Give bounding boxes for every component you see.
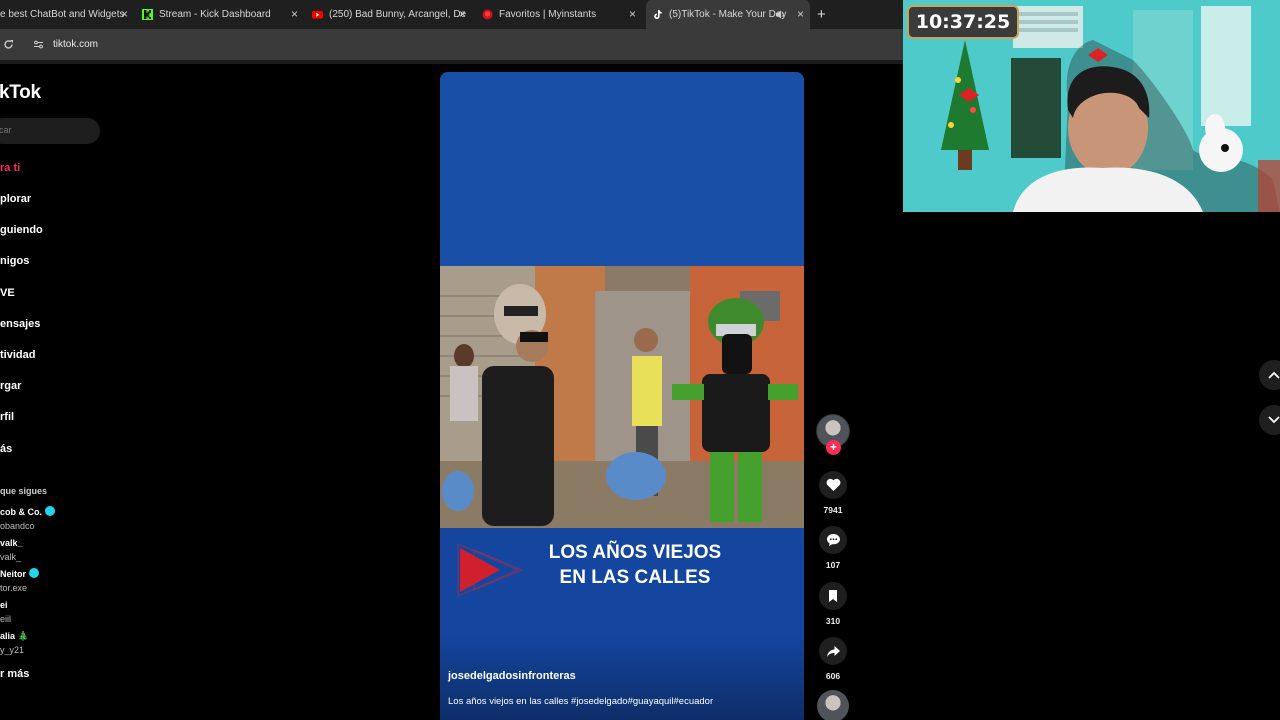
close-icon[interactable]: × (121, 8, 128, 20)
follow-button[interactable]: + (826, 440, 841, 455)
verified-badge-icon (29, 568, 40, 578)
stream-clock: 10:37:25 (907, 5, 1019, 39)
account-name: ei (0, 600, 8, 610)
like-count: 7941 (823, 505, 843, 515)
tab-kick-dashboard[interactable]: Stream - Kick Dashboard × (142, 0, 304, 29)
account-handle: tor.exe (0, 583, 28, 593)
verified-badge-icon (45, 506, 55, 516)
nav-messages[interactable]: ensajes (0, 318, 40, 330)
video-overlay-title: LOS AÑOS VIEJOS EN LAS CALLES (540, 540, 730, 590)
nav-for-you[interactable]: ra ti (0, 162, 20, 174)
nav-upload[interactable]: rgar (0, 380, 21, 392)
chevron-up-icon (1268, 371, 1280, 379)
nav-following[interactable]: guiendo (0, 224, 43, 236)
comment-count: 107 (825, 560, 841, 570)
bookmark-icon (829, 590, 837, 602)
play-arrow-logo-icon (457, 543, 524, 597)
save-action[interactable]: 310 (815, 582, 851, 626)
account-name: alia 🎄 (0, 631, 29, 641)
video-top-panel (440, 72, 804, 266)
toolbar-divider (0, 60, 904, 64)
close-icon[interactable]: × (459, 8, 466, 20)
browser-tab-bar: e best ChatBot and Widgets × Stream - Ki… (0, 0, 904, 29)
video-author[interactable]: josedelgadosinfronteras (448, 670, 576, 682)
like-action[interactable]: 7941 (815, 471, 851, 515)
following-account-item[interactable]: ei eiil (0, 598, 11, 626)
tab-chatbot[interactable]: e best ChatBot and Widgets × (0, 0, 134, 29)
chevron-down-icon (1268, 416, 1280, 424)
nav-activity[interactable]: tividad (0, 349, 35, 361)
tab-title: Stream - Kick Dashboard (159, 9, 271, 20)
site-settings-icon[interactable] (33, 39, 44, 50)
tab-title: e best ChatBot and Widgets (0, 9, 125, 20)
video-frame-image (440, 266, 804, 528)
account-handle: y_y21 (0, 645, 25, 655)
comment-icon (826, 534, 840, 546)
overlay-line: LOS AÑOS VIEJOS (548, 542, 722, 563)
myinstants-logo-icon (482, 9, 493, 20)
close-icon[interactable]: × (797, 8, 804, 20)
nav-live[interactable]: VE (0, 287, 15, 299)
previous-video-button[interactable] (1259, 360, 1280, 390)
creator-avatar[interactable]: + (816, 414, 850, 458)
next-creator-avatar[interactable] (817, 690, 849, 720)
save-count: 310 (825, 616, 841, 626)
tab-title: (5)TikTok - Make Your Day (669, 9, 787, 20)
like-button[interactable] (819, 471, 847, 499)
youtube-logo-icon (312, 11, 323, 19)
tab-title: (250) Bad Bunny, Arcangel, De (329, 9, 467, 20)
tab-myinstants[interactable]: Favoritos | Myinstants × (482, 0, 642, 29)
nav-friends[interactable]: nigos (0, 255, 29, 267)
reload-icon[interactable] (3, 39, 14, 50)
search-input[interactable]: car (0, 118, 100, 144)
video-caption: Los años viejos en las calles #josedelga… (448, 696, 714, 707)
close-icon[interactable]: × (291, 8, 298, 20)
nav-explore[interactable]: plorar (0, 193, 31, 205)
video-player[interactable]: LOS AÑOS VIEJOS EN LAS CALLES josedelgad… (440, 72, 804, 720)
address-bar: tiktok.com (0, 29, 904, 60)
tab-title: Favoritos | Myinstants (499, 9, 597, 20)
url-text[interactable]: tiktok.com (53, 39, 98, 50)
overlay-line: EN LAS CALLES (559, 567, 711, 588)
following-account-item[interactable]: Neitor tor.exe (0, 567, 40, 595)
search-placeholder: car (0, 125, 12, 135)
following-account-item[interactable]: cob & Co. obandco (0, 505, 55, 533)
close-icon[interactable]: × (629, 8, 636, 20)
see-more-link[interactable]: r más (0, 668, 29, 680)
following-account-item[interactable]: valk_ valk_ (0, 536, 23, 564)
comment-button[interactable] (819, 526, 847, 554)
account-name: Neitor (0, 569, 27, 579)
tab-youtube[interactable]: (250) Bad Bunny, Arcangel, De × (312, 0, 472, 29)
kick-logo-icon (142, 9, 153, 20)
comment-action[interactable]: 107 (815, 526, 851, 570)
share-count: 606 (825, 671, 841, 681)
save-button[interactable] (819, 582, 847, 610)
share-action[interactable]: 606 (815, 637, 851, 681)
tab-tiktok[interactable]: (5)TikTok - Make Your Day × (646, 0, 810, 29)
following-accounts-title: que sigues (0, 486, 48, 496)
account-handle: valk_ (0, 552, 22, 562)
speaker-icon[interactable] (775, 9, 786, 20)
following-account-item[interactable]: alia 🎄 y_y21 (0, 629, 29, 657)
share-arrow-icon (826, 645, 840, 657)
account-name: cob & Co. (0, 507, 42, 517)
next-video-button[interactable] (1259, 405, 1280, 435)
tiktok-logo[interactable]: kTok (0, 82, 41, 104)
tiktok-logo-icon (654, 10, 662, 19)
account-name: valk_ (0, 538, 23, 548)
new-tab-button[interactable]: + (817, 6, 826, 23)
heart-icon (826, 478, 840, 491)
account-handle: eiil (0, 614, 12, 624)
account-handle: obandco (0, 521, 35, 531)
nav-more[interactable]: ás (0, 443, 12, 455)
nav-profile[interactable]: rfil (0, 411, 14, 423)
share-button[interactable] (819, 637, 847, 665)
